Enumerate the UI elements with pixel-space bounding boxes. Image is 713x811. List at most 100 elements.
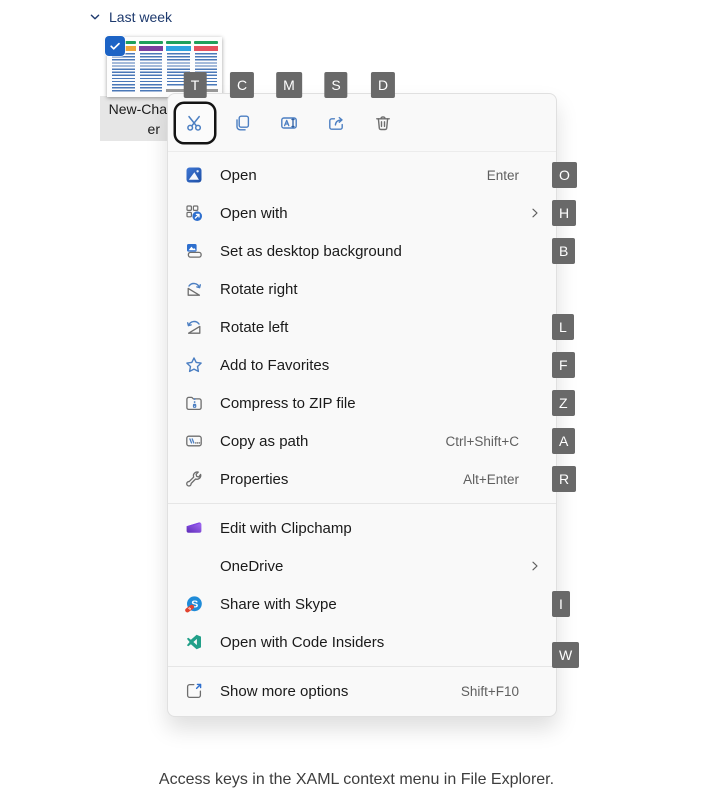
menu-item-label: Edit with Clipchamp — [220, 519, 352, 537]
keytip-D: D — [370, 72, 396, 98]
menu-item-label: Rotate right — [220, 280, 298, 298]
keytip-B: B — [552, 238, 576, 264]
file-name: New-Cha er — [100, 99, 167, 139]
keytip-R: R — [552, 466, 577, 492]
menu-item-onedrive[interactable]: OneDrive — [168, 547, 556, 585]
code-insiders-icon — [184, 632, 204, 652]
context-menu: Open Enter Open with Set as desktop backgro… — [167, 93, 557, 717]
chevron-slot — [527, 357, 543, 373]
keytip-M: M — [276, 72, 302, 98]
keytip-T: T — [183, 72, 207, 98]
menu-item-label: Share with Skype — [220, 595, 337, 613]
file-name-line2: er — [147, 121, 160, 137]
menu-item-set-as-desktop-background[interactable]: Set as desktop background — [168, 232, 556, 270]
chevron-slot — [527, 281, 543, 297]
submenu-chevron-icon — [527, 558, 543, 574]
menu-item-label: Open with — [220, 204, 288, 222]
cut-icon — [185, 113, 205, 133]
keytip-Z: Z — [552, 390, 575, 416]
desktop-background-icon — [184, 241, 204, 261]
menu-item-rotate-right[interactable]: Rotate right — [168, 270, 556, 308]
menu-item-label: Add to Favorites — [220, 356, 330, 374]
menu-item-label: Open — [220, 166, 257, 184]
toolbar-copy-button[interactable] — [223, 104, 261, 142]
copy-icon — [232, 113, 252, 133]
menu-item-label: Rotate left — [220, 318, 289, 336]
keytip-W: W — [552, 642, 580, 668]
menu-item-show-more-options[interactable]: Show more options Shift+F10 — [168, 672, 556, 710]
chevron-slot — [527, 596, 543, 612]
chevron-slot — [527, 471, 543, 487]
keytip-H: H — [552, 200, 577, 226]
chevron-slot — [527, 167, 543, 183]
menu-item-label: Show more options — [220, 682, 349, 700]
menu-item-share-with-skype[interactable]: Ss Share with Skype — [168, 585, 556, 623]
keytip-S: S — [324, 72, 348, 98]
menu-item-shortcut: Enter — [486, 167, 519, 183]
menu-item-add-to-favorites[interactable]: Add to Favorites — [168, 346, 556, 384]
show-more-icon — [184, 681, 204, 701]
caption: Access keys in the XAML context menu in … — [158, 771, 555, 788]
open-with-icon — [184, 203, 204, 223]
share-icon — [326, 113, 346, 133]
photos-icon — [184, 165, 204, 185]
menu-item-copy-as-path[interactable]: Copy as path Ctrl+Shift+C — [168, 422, 556, 460]
copy-path-icon — [184, 431, 204, 451]
skype-icon: Ss — [184, 594, 204, 614]
context-menu-items: Open Enter Open with Set as desktop backgro… — [168, 152, 556, 716]
properties-icon — [184, 469, 204, 489]
menu-separator — [168, 503, 556, 504]
menu-item-rotate-left[interactable]: Rotate left — [168, 308, 556, 346]
menu-item-label: OneDrive — [220, 557, 284, 575]
chevron-slot — [527, 243, 543, 259]
menu-item-properties[interactable]: Properties Alt+Enter — [168, 460, 556, 498]
chevron-down-icon — [88, 10, 102, 24]
menu-item-shortcut: Ctrl+Shift+C — [445, 433, 519, 449]
chevron-slot — [527, 520, 543, 536]
chevron-slot — [527, 634, 543, 650]
clipchamp-icon — [184, 518, 204, 538]
submenu-chevron-icon — [527, 205, 543, 221]
toolbar-cut-button[interactable] — [176, 103, 214, 142]
keytip-O: O — [552, 162, 577, 188]
menu-item-compress-to-zip-file[interactable]: Compress to ZIP file — [168, 384, 556, 422]
menu-item-label: Properties — [220, 470, 289, 488]
chevron-slot — [527, 395, 543, 411]
favorites-icon — [184, 355, 204, 375]
menu-item-label: Copy as path — [220, 432, 309, 450]
rename-icon — [279, 113, 299, 133]
menu-item-shortcut: Alt+Enter — [463, 471, 519, 487]
keytip-A: A — [552, 428, 576, 454]
delete-icon — [373, 113, 393, 133]
keytip-C: C — [229, 72, 255, 98]
thumbnail-column-2 — [138, 41, 163, 92]
menu-item-open[interactable]: Open Enter — [168, 156, 556, 194]
toolbar-delete-button[interactable] — [364, 104, 402, 142]
file-name-line1: New-Cha — [108, 101, 167, 117]
menu-item-open-with[interactable]: Open with — [168, 194, 556, 232]
group-header-label: Last week — [109, 9, 173, 25]
menu-item-edit-with-clipchamp[interactable]: Edit with Clipchamp — [168, 509, 556, 547]
toolbar-share-button[interactable] — [317, 104, 355, 142]
chevron-slot — [527, 433, 543, 449]
file-checkbox[interactable] — [105, 36, 125, 56]
menu-item-open-with-code-insiders[interactable]: Open with Code Insiders — [168, 623, 556, 661]
context-menu-toolbar — [168, 94, 556, 152]
menu-separator — [168, 666, 556, 667]
chevron-slot — [527, 683, 543, 699]
menu-item-label: Compress to ZIP file — [220, 394, 356, 412]
empty-icon-slot — [184, 556, 204, 576]
check-icon — [108, 39, 122, 53]
rotate-left-icon — [184, 317, 204, 337]
keytip-F: F — [552, 352, 575, 378]
menu-item-label: Set as desktop background — [220, 242, 402, 260]
group-header-last-week[interactable]: Last week — [88, 9, 172, 25]
keytip-L: L — [552, 314, 574, 340]
menu-item-shortcut: Shift+F10 — [460, 683, 519, 699]
zip-icon — [184, 393, 204, 413]
toolbar-rename-button[interactable] — [270, 104, 308, 142]
menu-item-label: Open with Code Insiders — [220, 633, 385, 651]
rotate-right-icon — [184, 279, 204, 299]
chevron-slot — [527, 319, 543, 335]
keytip-I: I — [552, 591, 570, 617]
